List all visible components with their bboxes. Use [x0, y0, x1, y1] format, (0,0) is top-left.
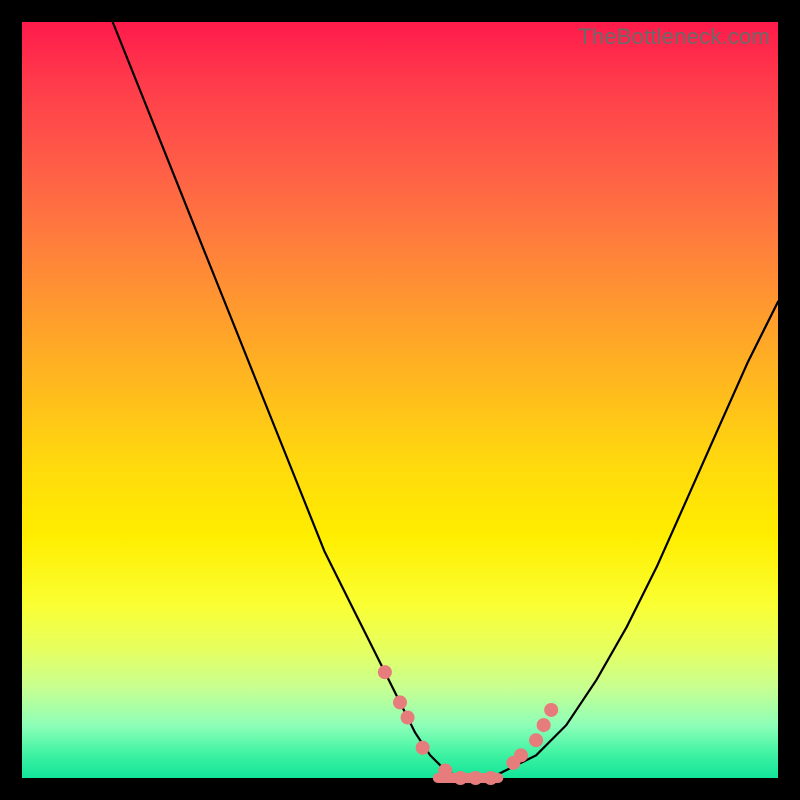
marker-point [453, 771, 467, 785]
chart-frame: TheBottleneck.com [0, 0, 800, 800]
marker-point [537, 718, 551, 732]
marker-group [378, 665, 558, 785]
marker-point [393, 695, 407, 709]
marker-point [401, 711, 415, 725]
marker-point [529, 733, 543, 747]
marker-point [484, 771, 498, 785]
marker-point [416, 741, 430, 755]
marker-point [438, 763, 452, 777]
plot-area: TheBottleneck.com [22, 22, 778, 778]
bottleneck-curve [113, 22, 778, 778]
marker-point [378, 665, 392, 679]
marker-point [514, 748, 528, 762]
marker-point [469, 771, 483, 785]
curve-svg [22, 22, 778, 778]
marker-point [544, 703, 558, 717]
